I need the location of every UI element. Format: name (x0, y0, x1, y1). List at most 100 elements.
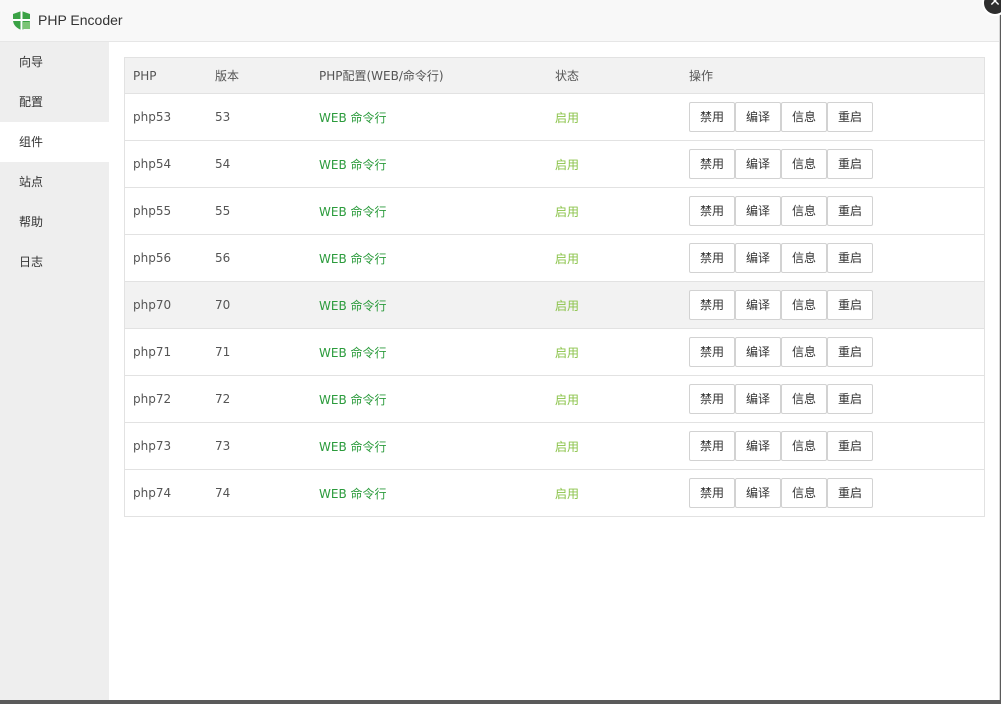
table-header-row: PHP 版本 PHP配置(WEB/命令行) 状态 操作 (125, 58, 984, 94)
compile-button[interactable]: 编译 (735, 102, 781, 132)
status-cell-text: 启用 (555, 110, 580, 125)
sidebar-item[interactable]: 配置 (0, 82, 109, 122)
sidebar-item[interactable]: 帮助 (0, 202, 109, 242)
restart-button[interactable]: 重启 (827, 149, 873, 179)
status-cell-text: 启用 (555, 204, 580, 219)
status-cell: 启用 (555, 470, 579, 516)
status-cell-text: 启用 (555, 486, 580, 501)
actions-cell: 禁用 编译 信息 重启 (689, 470, 873, 516)
status-cell: 启用 (555, 235, 579, 281)
table-row: php71 71 WEB 命令行 启用 禁用 编译 信息 重启 (125, 329, 984, 376)
actions-cell: 禁用 编译 信息 重启 (689, 141, 873, 187)
status-cell-text: 启用 (555, 439, 580, 454)
disable-button[interactable]: 禁用 (689, 337, 735, 367)
config-cell-text: WEB 命令行 (319, 157, 387, 172)
restart-button[interactable]: 重启 (827, 478, 873, 508)
status-cell-text: 启用 (555, 298, 580, 313)
php-name-cell: php56 (133, 251, 172, 265)
config-cell: WEB 命令行 (319, 235, 387, 281)
restart-button[interactable]: 重启 (827, 337, 873, 367)
sidebar: 向导 配置 组件 站点 帮助 日志 (0, 42, 109, 700)
config-cell-text: WEB 命令行 (319, 298, 387, 313)
status-cell: 启用 (555, 141, 579, 187)
actions-cell: 禁用 编译 信息 重启 (689, 376, 873, 422)
info-button[interactable]: 信息 (781, 384, 827, 414)
version-cell: 54 (215, 157, 231, 171)
php-name-cell: php74 (133, 486, 172, 500)
main-content: PHP 版本 PHP配置(WEB/命令行) 状态 操作 php53 53 WEB 命… (109, 42, 999, 700)
status-cell: 启用 (555, 188, 579, 234)
sidebar-item[interactable]: 向导 (0, 42, 109, 82)
status-cell: 启用 (555, 94, 579, 140)
app-title: PHP Encoder (38, 12, 123, 28)
php-components-table: PHP 版本 PHP配置(WEB/命令行) 状态 操作 php53 53 WEB 命… (124, 57, 985, 517)
app-window: PHP Encoder ✕ 向导 配置 组件 站点 帮助 日志 PHP 版本 PHP配置(… (0, 0, 1001, 700)
compile-button[interactable]: 编译 (735, 149, 781, 179)
info-button[interactable]: 信息 (781, 431, 827, 461)
php-name-cell: php55 (133, 204, 172, 218)
actions-cell: 禁用 编译 信息 重启 (689, 282, 873, 328)
info-button[interactable]: 信息 (781, 149, 827, 179)
status-cell: 启用 (555, 282, 579, 328)
restart-button[interactable]: 重启 (827, 243, 873, 273)
info-button[interactable]: 信息 (781, 478, 827, 508)
version-cell: 55 (215, 204, 231, 218)
version-cell: 53 (215, 110, 231, 124)
restart-button[interactable]: 重启 (827, 290, 873, 320)
config-cell-text: WEB 命令行 (319, 204, 387, 219)
info-button[interactable]: 信息 (781, 290, 827, 320)
config-cell: WEB 命令行 (319, 141, 387, 187)
compile-button[interactable]: 编译 (735, 290, 781, 320)
compile-button[interactable]: 编译 (735, 384, 781, 414)
version-cell: 72 (215, 392, 231, 406)
php-name-cell: php54 (133, 157, 172, 171)
disable-button[interactable]: 禁用 (689, 431, 735, 461)
php-name-cell: php53 (133, 110, 172, 124)
config-cell: WEB 命令行 (319, 423, 387, 469)
table-row: php54 54 WEB 命令行 启用 禁用 编译 信息 重启 (125, 141, 984, 188)
info-button[interactable]: 信息 (781, 102, 827, 132)
table-row: php73 73 WEB 命令行 启用 禁用 编译 信息 重启 (125, 423, 984, 470)
compile-button[interactable]: 编译 (735, 431, 781, 461)
php-name-cell: php72 (133, 392, 172, 406)
status-cell: 启用 (555, 376, 579, 422)
table-row: php56 56 WEB 命令行 启用 禁用 编译 信息 重启 (125, 235, 984, 282)
disable-button[interactable]: 禁用 (689, 102, 735, 132)
config-cell-text: WEB 命令行 (319, 392, 387, 407)
status-cell-text: 启用 (555, 345, 580, 360)
info-button[interactable]: 信息 (781, 337, 827, 367)
config-cell-text: WEB 命令行 (319, 110, 387, 125)
compile-button[interactable]: 编译 (735, 196, 781, 226)
sidebar-item[interactable]: 组件 (0, 122, 109, 162)
sidebar-item[interactable]: 站点 (0, 162, 109, 202)
disable-button[interactable]: 禁用 (689, 196, 735, 226)
disable-button[interactable]: 禁用 (689, 243, 735, 273)
php-name-cell: php73 (133, 439, 172, 453)
info-button[interactable]: 信息 (781, 243, 827, 273)
sidebar-item[interactable]: 日志 (0, 242, 109, 282)
disable-button[interactable]: 禁用 (689, 384, 735, 414)
info-button[interactable]: 信息 (781, 196, 827, 226)
disable-button[interactable]: 禁用 (689, 478, 735, 508)
table-row: php53 53 WEB 命令行 启用 禁用 编译 信息 重启 (125, 94, 984, 141)
table-row: php74 74 WEB 命令行 启用 禁用 编译 信息 重启 (125, 470, 984, 516)
restart-button[interactable]: 重启 (827, 384, 873, 414)
actions-cell: 禁用 编译 信息 重启 (689, 329, 873, 375)
config-cell: WEB 命令行 (319, 282, 387, 328)
status-cell-text: 启用 (555, 157, 580, 172)
status-cell-text: 启用 (555, 392, 580, 407)
disable-button[interactable]: 禁用 (689, 149, 735, 179)
restart-button[interactable]: 重启 (827, 196, 873, 226)
config-cell: WEB 命令行 (319, 329, 387, 375)
disable-button[interactable]: 禁用 (689, 290, 735, 320)
restart-button[interactable]: 重启 (827, 431, 873, 461)
actions-cell: 禁用 编译 信息 重启 (689, 423, 873, 469)
restart-button[interactable]: 重启 (827, 102, 873, 132)
header-php: PHP (133, 68, 157, 83)
header-version: 版本 (215, 69, 240, 83)
compile-button[interactable]: 编译 (735, 337, 781, 367)
compile-button[interactable]: 编译 (735, 243, 781, 273)
status-cell-text: 启用 (555, 251, 580, 266)
compile-button[interactable]: 编译 (735, 478, 781, 508)
header-status: 状态 (555, 69, 580, 83)
